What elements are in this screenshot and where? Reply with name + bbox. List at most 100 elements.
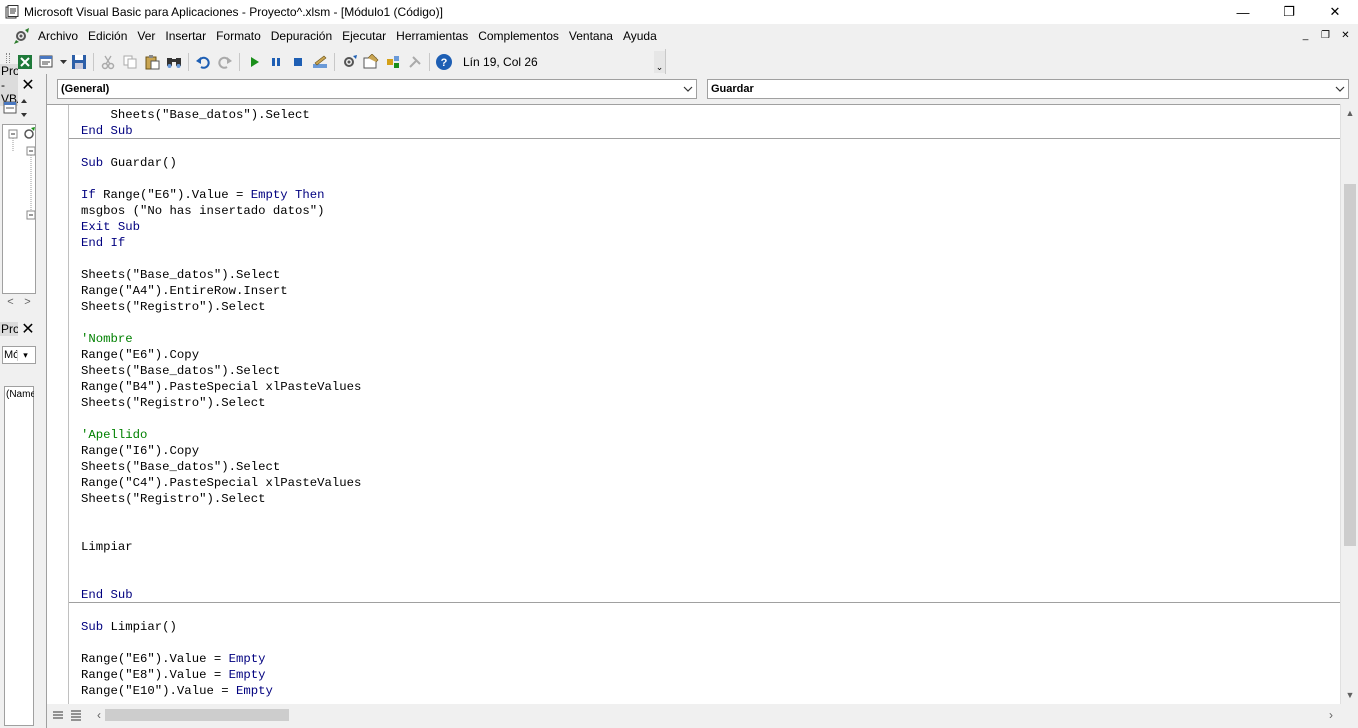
code-line[interactable]: Sheets("Registro").Select xyxy=(81,491,1339,507)
code-line[interactable]: Sheets("Registro").Select xyxy=(81,299,1339,315)
breakpoint-margin[interactable] xyxy=(47,105,69,704)
module-icon[interactable] xyxy=(11,26,33,46)
code-line[interactable] xyxy=(81,555,1339,571)
code-line[interactable] xyxy=(81,571,1339,587)
code-line[interactable]: Limpiar xyxy=(81,539,1339,555)
project-explorer-icon[interactable] xyxy=(338,51,360,73)
undo-icon[interactable] xyxy=(192,51,214,73)
menu-ayuda[interactable]: Ayuda xyxy=(618,26,662,46)
project-scroll-left[interactable]: < xyxy=(7,296,13,308)
code-line[interactable]: Sheets("Base_datos").Select xyxy=(81,107,1339,123)
mdi-minimize-button[interactable]: _ xyxy=(1298,26,1313,44)
code-line[interactable] xyxy=(81,523,1339,539)
code-line[interactable]: End If xyxy=(81,235,1339,251)
code-text: Sheets("Base_datos").Select xyxy=(81,364,281,378)
code-line[interactable]: Range("E8").Value = Empty xyxy=(81,667,1339,683)
procedure-combo[interactable]: Guardar xyxy=(707,79,1349,99)
toolbar-options-button[interactable]: ⌄ xyxy=(654,51,665,73)
menu-ejecutar[interactable]: Ejecutar xyxy=(337,26,391,46)
code-line[interactable]: Sheets("Base_datos").Select xyxy=(81,363,1339,379)
menu-complementos[interactable]: Complementos xyxy=(473,26,564,46)
maximize-button[interactable]: ❐ xyxy=(1266,0,1312,24)
code-keyword: End Sub xyxy=(81,124,133,138)
view-code-icon[interactable] xyxy=(2,100,20,119)
code-line[interactable]: Sub Limpiar() xyxy=(81,619,1339,635)
close-button[interactable]: ✕ xyxy=(1312,0,1358,24)
code-line[interactable] xyxy=(81,139,1339,155)
find-icon[interactable] xyxy=(163,51,185,73)
code-line[interactable]: Sheets("Base_datos").Select xyxy=(81,459,1339,475)
mdi-close-button[interactable]: ✕ xyxy=(1338,26,1353,44)
design-mode-icon[interactable] xyxy=(309,51,331,73)
save-icon[interactable] xyxy=(68,51,90,73)
code-line[interactable]: End Sub xyxy=(81,587,1339,603)
properties-list[interactable]: (Name) xyxy=(4,386,34,726)
props-panel-close-button[interactable]: ✕ xyxy=(19,320,37,338)
code-line[interactable]: Exit Sub xyxy=(81,219,1339,235)
code-line[interactable] xyxy=(81,411,1339,427)
code-line[interactable]: Range("E10").Value = Empty xyxy=(81,683,1339,699)
code-line[interactable] xyxy=(81,171,1339,187)
panel-scroll-icon[interactable] xyxy=(20,98,28,121)
procedure-view-icon[interactable] xyxy=(51,708,65,722)
project-scroll-right[interactable]: > xyxy=(24,296,30,308)
code-line[interactable]: End Sub xyxy=(81,123,1339,139)
project-tree[interactable] xyxy=(2,124,36,294)
code-line[interactable]: Range("C4").PasteSpecial xlPasteValues xyxy=(81,475,1339,491)
scroll-down-icon[interactable]: ▼ xyxy=(1341,688,1358,702)
code-line[interactable]: 'Apellido xyxy=(81,427,1339,443)
help-icon[interactable]: ? xyxy=(433,51,455,73)
property-name[interactable]: (Name) xyxy=(6,389,34,400)
scroll-up-icon[interactable]: ▲ xyxy=(1341,106,1358,120)
menu-herramientas[interactable]: Herramientas xyxy=(391,26,473,46)
code-line[interactable]: Range("A4").EntireRow.Insert xyxy=(81,283,1339,299)
menu-ver[interactable]: Ver xyxy=(132,26,160,46)
code-line[interactable]: Range("E6").Value = Empty xyxy=(81,651,1339,667)
code-line[interactable]: msgbos ("No has insertado datos") xyxy=(81,203,1339,219)
menu-insertar[interactable]: Insertar xyxy=(160,26,211,46)
code-comment: 'Nombre xyxy=(81,332,133,346)
scroll-right-icon[interactable]: › xyxy=(1323,707,1339,723)
object-select[interactable]: Módulo1 ▾ xyxy=(2,346,36,364)
cut-icon[interactable] xyxy=(97,51,119,73)
full-module-view-icon[interactable] xyxy=(69,708,83,722)
insert-dropdown-icon[interactable] xyxy=(58,51,68,73)
code-line[interactable] xyxy=(81,507,1339,523)
menu-formato[interactable]: Formato xyxy=(211,26,266,46)
properties-window-icon[interactable] xyxy=(360,51,382,73)
code-line[interactable]: Range("I6").Copy xyxy=(81,443,1339,459)
run-icon[interactable] xyxy=(243,51,265,73)
break-icon[interactable] xyxy=(265,51,287,73)
redo-icon[interactable] xyxy=(214,51,236,73)
project-panel-close-button[interactable]: ✕ xyxy=(19,76,37,94)
minimize-button[interactable]: — xyxy=(1220,0,1266,24)
menu-ventana[interactable]: Ventana xyxy=(564,26,618,46)
code-line[interactable] xyxy=(81,315,1339,331)
code-line[interactable]: Sheets("Base_datos").Select xyxy=(81,267,1339,283)
toolbox-icon[interactable] xyxy=(404,51,426,73)
code-line[interactable]: Sheets("Registro").Select xyxy=(81,395,1339,411)
code-line[interactable] xyxy=(81,251,1339,267)
code-line[interactable] xyxy=(81,635,1339,651)
code-line[interactable]: Range("B4").PasteSpecial xlPasteValues xyxy=(81,379,1339,395)
object-combo[interactable]: (General) xyxy=(57,79,697,99)
reset-icon[interactable] xyxy=(287,51,309,73)
vertical-scroll-thumb[interactable] xyxy=(1344,184,1356,546)
paste-icon[interactable] xyxy=(141,51,163,73)
menu-edicion[interactable]: Edición xyxy=(83,26,132,46)
copy-icon[interactable] xyxy=(119,51,141,73)
horizontal-scrollbar[interactable]: ‹ › xyxy=(47,706,1341,724)
object-browser-icon[interactable] xyxy=(382,51,404,73)
vertical-scrollbar[interactable]: ▲ ▼ xyxy=(1340,104,1358,704)
code-line[interactable]: If Range("E6").Value = Empty Then xyxy=(81,187,1339,203)
code-line[interactable]: Range("E6").Copy xyxy=(81,347,1339,363)
horizontal-scroll-thumb[interactable] xyxy=(105,709,289,721)
menu-archivo[interactable]: Archivo xyxy=(33,26,83,46)
code-line[interactable]: Sub Guardar() xyxy=(81,155,1339,171)
mdi-restore-button[interactable]: ❐ xyxy=(1318,26,1333,44)
code-editor[interactable]: Sheets("Base_datos").Select End Sub Sub Gu… xyxy=(47,104,1341,704)
code-line[interactable]: 'Nombre xyxy=(81,331,1339,347)
code-line[interactable] xyxy=(81,603,1339,619)
insert-userform-icon[interactable] xyxy=(36,51,58,73)
menu-depuracion[interactable]: Depuración xyxy=(266,26,337,46)
